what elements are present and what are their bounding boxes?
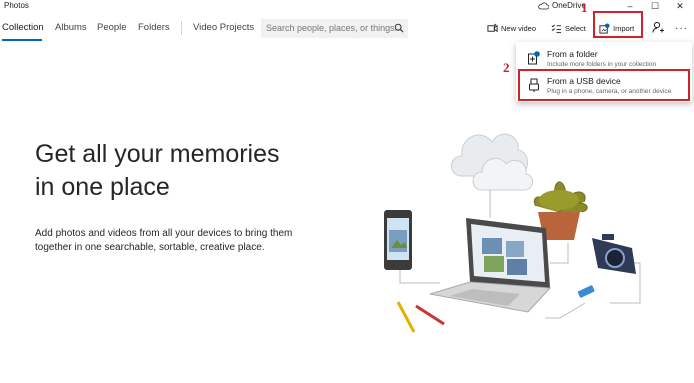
search-icon[interactable] xyxy=(394,23,404,33)
hero-title: Get all your memories in one place xyxy=(35,138,335,204)
folder-add-icon xyxy=(528,51,540,65)
video-icon xyxy=(487,22,498,32)
title-bar: Photos OneDrive – ☐ ✕ xyxy=(0,0,694,14)
usb-highlight-box xyxy=(518,69,690,101)
select-button[interactable]: Select xyxy=(551,20,586,36)
search-input[interactable]: Search people, places, or things... xyxy=(261,19,408,38)
tab-video-projects[interactable]: Video Projects xyxy=(193,22,254,33)
more-options-icon[interactable]: ··· xyxy=(675,23,688,34)
tab-collection[interactable]: Collection xyxy=(2,22,44,33)
nav-bar: Collection Albums People Folders Video P… xyxy=(0,14,694,42)
account-icon[interactable] xyxy=(652,21,664,33)
search-placeholder: Search people, places, or things... xyxy=(266,23,403,33)
hero-title-line1: Get all your memories xyxy=(35,140,280,168)
from-folder-title: From a folder xyxy=(547,49,598,59)
select-label: Select xyxy=(565,23,586,33)
step-1-label: 1 xyxy=(581,0,588,15)
import-highlight-box xyxy=(593,11,643,38)
hero-title-line2: in one place xyxy=(35,173,170,201)
new-video-button[interactable]: New video xyxy=(487,20,536,36)
active-tab-indicator xyxy=(2,39,42,41)
maximize-button[interactable]: ☐ xyxy=(643,0,667,13)
step-2-label: 2 xyxy=(503,60,510,75)
new-video-label: New video xyxy=(501,23,537,33)
from-folder-subtitle: Include more folders in your collection xyxy=(547,61,657,68)
onedrive-status[interactable]: OneDrive xyxy=(538,1,586,10)
laptop-icon xyxy=(429,218,552,313)
nav-divider xyxy=(181,21,182,35)
phone-icon xyxy=(384,210,412,270)
cloud-icon xyxy=(538,2,549,9)
usb-stick-icon xyxy=(577,285,595,298)
app-title: Photos xyxy=(4,1,29,10)
tab-albums[interactable]: Albums xyxy=(55,22,87,33)
tab-folders[interactable]: Folders xyxy=(138,22,170,33)
checklist-icon xyxy=(551,24,562,33)
cloud-icon-large xyxy=(451,133,533,191)
close-button[interactable]: ✕ xyxy=(668,0,692,13)
devices-illustration xyxy=(384,133,641,333)
tab-people[interactable]: People xyxy=(97,22,127,33)
camera-icon xyxy=(592,234,636,274)
pencil-icon xyxy=(396,301,445,333)
hero-description: Add photos and videos from all your devi… xyxy=(35,228,293,253)
